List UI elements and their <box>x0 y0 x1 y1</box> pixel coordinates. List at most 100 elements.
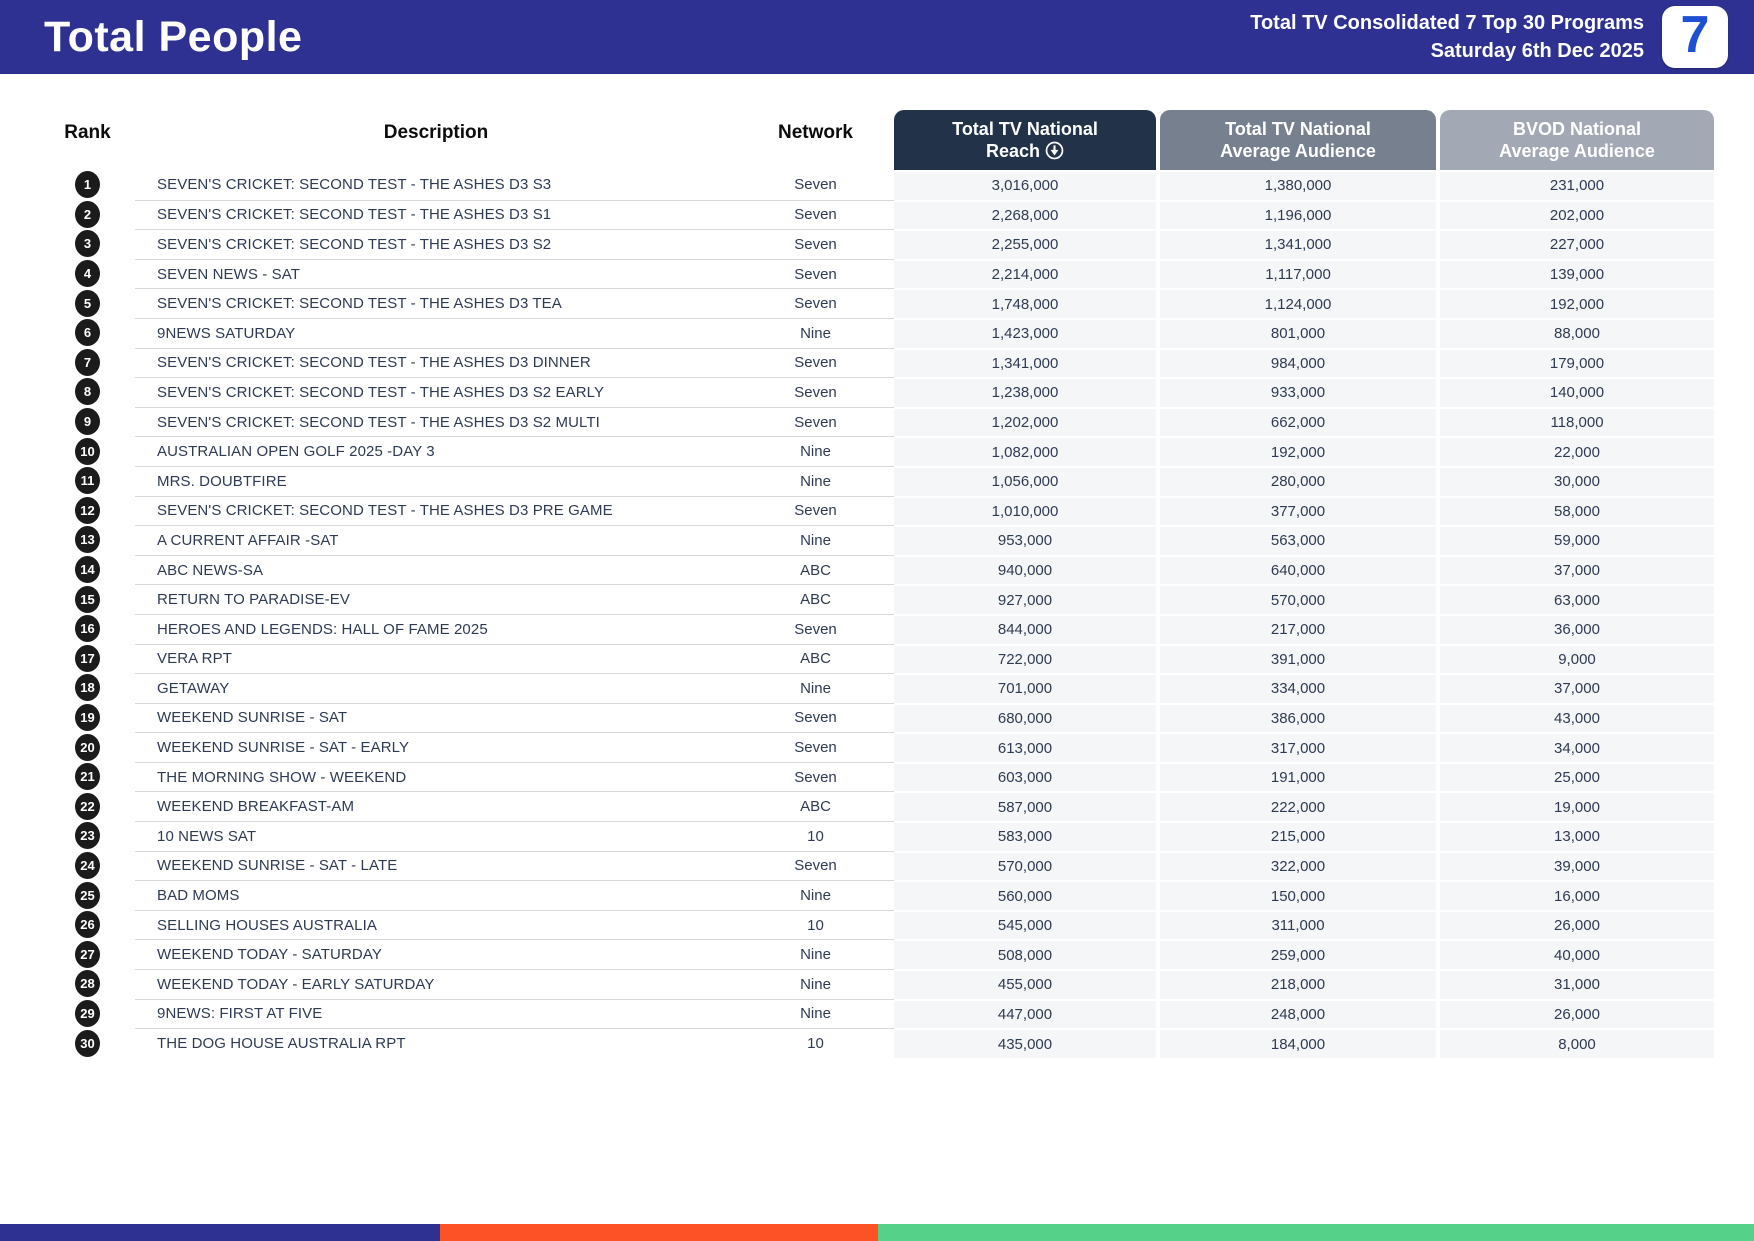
network-value: Seven <box>737 288 894 318</box>
program-description: 10 NEWS SAT <box>135 821 737 851</box>
rank-badge: 10 <box>75 437 100 465</box>
banner-right: Total TV Consolidated 7 Top 30 Programs … <box>1250 6 1728 68</box>
total-tv-national-average-audience-value: 984,000 <box>1156 347 1436 378</box>
program-description: SEVEN'S CRICKET: SECOND TEST - THE ASHES… <box>135 199 737 230</box>
table-row: 2 SEVEN'S CRICKET: SECOND TEST - THE ASH… <box>40 199 1722 230</box>
column-header-total-tv-national-reach[interactable]: Total TV National Reach <box>894 110 1156 170</box>
bvod-national-average-audience-value: 37,000 <box>1436 673 1714 703</box>
total-tv-national-average-audience-value: 215,000 <box>1156 821 1436 851</box>
seven-logo-glyph: 7 <box>1680 6 1710 64</box>
table-row: 27 WEEKEND TODAY - SATURDAY Nine 508,000… <box>40 939 1722 970</box>
network-value: Seven <box>737 732 894 762</box>
table-header-row: Rank Description Network Total TV Nation… <box>40 96 1722 170</box>
table-row: 25 BAD MOMS Nine 560,000 150,000 16,000 <box>40 880 1722 910</box>
table-row: 1 SEVEN'S CRICKET: SECOND TEST - THE ASH… <box>40 170 1722 200</box>
bvod-national-average-audience-value: 31,000 <box>1436 969 1714 999</box>
program-description: WEEKEND BREAKFAST-AM <box>135 791 737 821</box>
rank-cell: 11 <box>40 466 135 496</box>
table-row: 16 HEROES AND LEGENDS: HALL OF FAME 2025… <box>40 613 1722 644</box>
total-tv-national-average-audience-value: 217,000 <box>1156 613 1436 644</box>
total-tv-national-average-audience-value: 322,000 <box>1156 850 1436 881</box>
table-row: 4 SEVEN NEWS - SAT Seven 2,214,000 1,117… <box>40 258 1722 289</box>
rank-badge: 23 <box>75 822 100 850</box>
rank-cell: 1 <box>40 170 135 200</box>
footer-color-bar <box>0 1224 1754 1241</box>
network-value: Nine <box>737 939 894 969</box>
bvod-national-average-audience-value: 9,000 <box>1436 643 1714 674</box>
program-description: SEVEN'S CRICKET: SECOND TEST - THE ASHES… <box>135 288 737 318</box>
network-value: Nine <box>737 436 894 466</box>
program-description: WEEKEND SUNRISE - SAT - EARLY <box>135 732 737 762</box>
table-row: 20 WEEKEND SUNRISE - SAT - EARLY Seven 6… <box>40 732 1722 762</box>
network-value: Seven <box>737 702 894 733</box>
total-tv-national-reach-value: 1,748,000 <box>894 288 1156 318</box>
rank-badge: 11 <box>75 467 100 495</box>
bvod-national-average-audience-value: 140,000 <box>1436 377 1714 407</box>
bvod-national-average-audience-value: 192,000 <box>1436 288 1714 318</box>
rank-cell: 18 <box>40 673 135 703</box>
network-value: Nine <box>737 880 894 910</box>
rank-badge: 1 <box>75 171 100 199</box>
circle-down-arrow-icon <box>1045 141 1064 160</box>
total-tv-national-reach-value: 1,056,000 <box>894 465 1156 496</box>
rank-cell: 5 <box>40 288 135 318</box>
total-tv-national-average-audience-value: 222,000 <box>1156 791 1436 822</box>
rank-badge: 3 <box>75 230 100 258</box>
table-row: 7 SEVEN'S CRICKET: SECOND TEST - THE ASH… <box>40 347 1722 378</box>
rank-badge: 5 <box>75 289 100 317</box>
total-tv-national-reach-value: 927,000 <box>894 584 1156 614</box>
table-row: 18 GETAWAY Nine 701,000 334,000 37,000 <box>40 673 1722 703</box>
program-description: ABC NEWS-SA <box>135 554 737 585</box>
footer-bar-segment-orange <box>440 1224 878 1241</box>
bvod-national-average-audience-value: 22,000 <box>1436 436 1714 466</box>
network-value: Seven <box>737 850 894 881</box>
total-tv-national-average-audience-value: 1,196,000 <box>1156 199 1436 230</box>
table-body: 1 SEVEN'S CRICKET: SECOND TEST - THE ASH… <box>40 170 1722 1058</box>
rank-cell: 7 <box>40 348 135 378</box>
total-tv-national-reach-value: 1,202,000 <box>894 406 1156 437</box>
program-description: SEVEN'S CRICKET: SECOND TEST - THE ASHES… <box>135 406 737 437</box>
column-header-total-tv-national-average-audience: Total TV National Average Audience <box>1160 110 1436 170</box>
network-value: ABC <box>737 643 894 674</box>
bvod-national-average-audience-value: 43,000 <box>1436 702 1714 733</box>
total-tv-national-average-audience-value: 334,000 <box>1156 673 1436 703</box>
program-description: SEVEN'S CRICKET: SECOND TEST - THE ASHES… <box>135 495 737 526</box>
network-value: Nine <box>737 465 894 496</box>
seven-network-logo: 7 <box>1662 6 1728 68</box>
rank-cell: 28 <box>40 969 135 999</box>
rank-cell: 24 <box>40 851 135 881</box>
program-description: SEVEN'S CRICKET: SECOND TEST - THE ASHES… <box>157 176 552 194</box>
rank-badge: 26 <box>75 911 100 939</box>
report-page: Total People Total TV Consolidated 7 Top… <box>0 0 1754 1241</box>
bvod-national-average-audience-value: 118,000 <box>1436 406 1714 437</box>
table-row: 22 WEEKEND BREAKFAST-AM ABC 587,000 222,… <box>40 791 1722 822</box>
total-tv-national-reach-value: 701,000 <box>894 673 1156 703</box>
rank-cell: 23 <box>40 821 135 851</box>
total-tv-national-average-audience-value: 377,000 <box>1156 495 1436 526</box>
total-tv-national-average-audience-value: 1,124,000 <box>1156 288 1436 318</box>
bvod-national-average-audience-value: 139,000 <box>1436 258 1714 289</box>
program-description: WEEKEND SUNRISE - SAT <box>135 702 737 733</box>
rank-cell: 9 <box>40 407 135 437</box>
total-tv-national-reach-value: 1,010,000 <box>894 495 1156 526</box>
total-tv-national-average-audience-value: 386,000 <box>1156 702 1436 733</box>
table-row: 13 A CURRENT AFFAIR -SAT Nine 953,000 56… <box>40 525 1722 555</box>
network-value: Nine <box>737 317 894 348</box>
rank-cell: 30 <box>40 1028 135 1058</box>
total-tv-national-reach-value: 844,000 <box>894 613 1156 644</box>
network-value: Seven <box>737 377 894 407</box>
total-tv-national-average-audience-value: 662,000 <box>1156 406 1436 437</box>
rank-badge: 4 <box>75 260 100 288</box>
bvod-national-average-audience-value: 58,000 <box>1436 495 1714 526</box>
total-tv-national-reach-value: 940,000 <box>894 554 1156 585</box>
total-tv-national-reach-value: 570,000 <box>894 850 1156 881</box>
table-row: 11 MRS. DOUBTFIRE Nine 1,056,000 280,000… <box>40 465 1722 496</box>
avg-header-label: Total TV National Average Audience <box>1220 119 1376 161</box>
table-row: 15 RETURN TO PARADISE-EV ABC 927,000 570… <box>40 584 1722 614</box>
rank-cell: 2 <box>40 200 135 230</box>
table-row: 14 ABC NEWS-SA ABC 940,000 640,000 37,00… <box>40 554 1722 585</box>
network-value: Nine <box>737 969 894 999</box>
bvod-header-label: BVOD National Average Audience <box>1499 119 1655 161</box>
program-description: THE DOG HOUSE AUSTRALIA RPT <box>135 1028 737 1058</box>
total-tv-national-average-audience-value: 248,000 <box>1156 998 1436 1029</box>
